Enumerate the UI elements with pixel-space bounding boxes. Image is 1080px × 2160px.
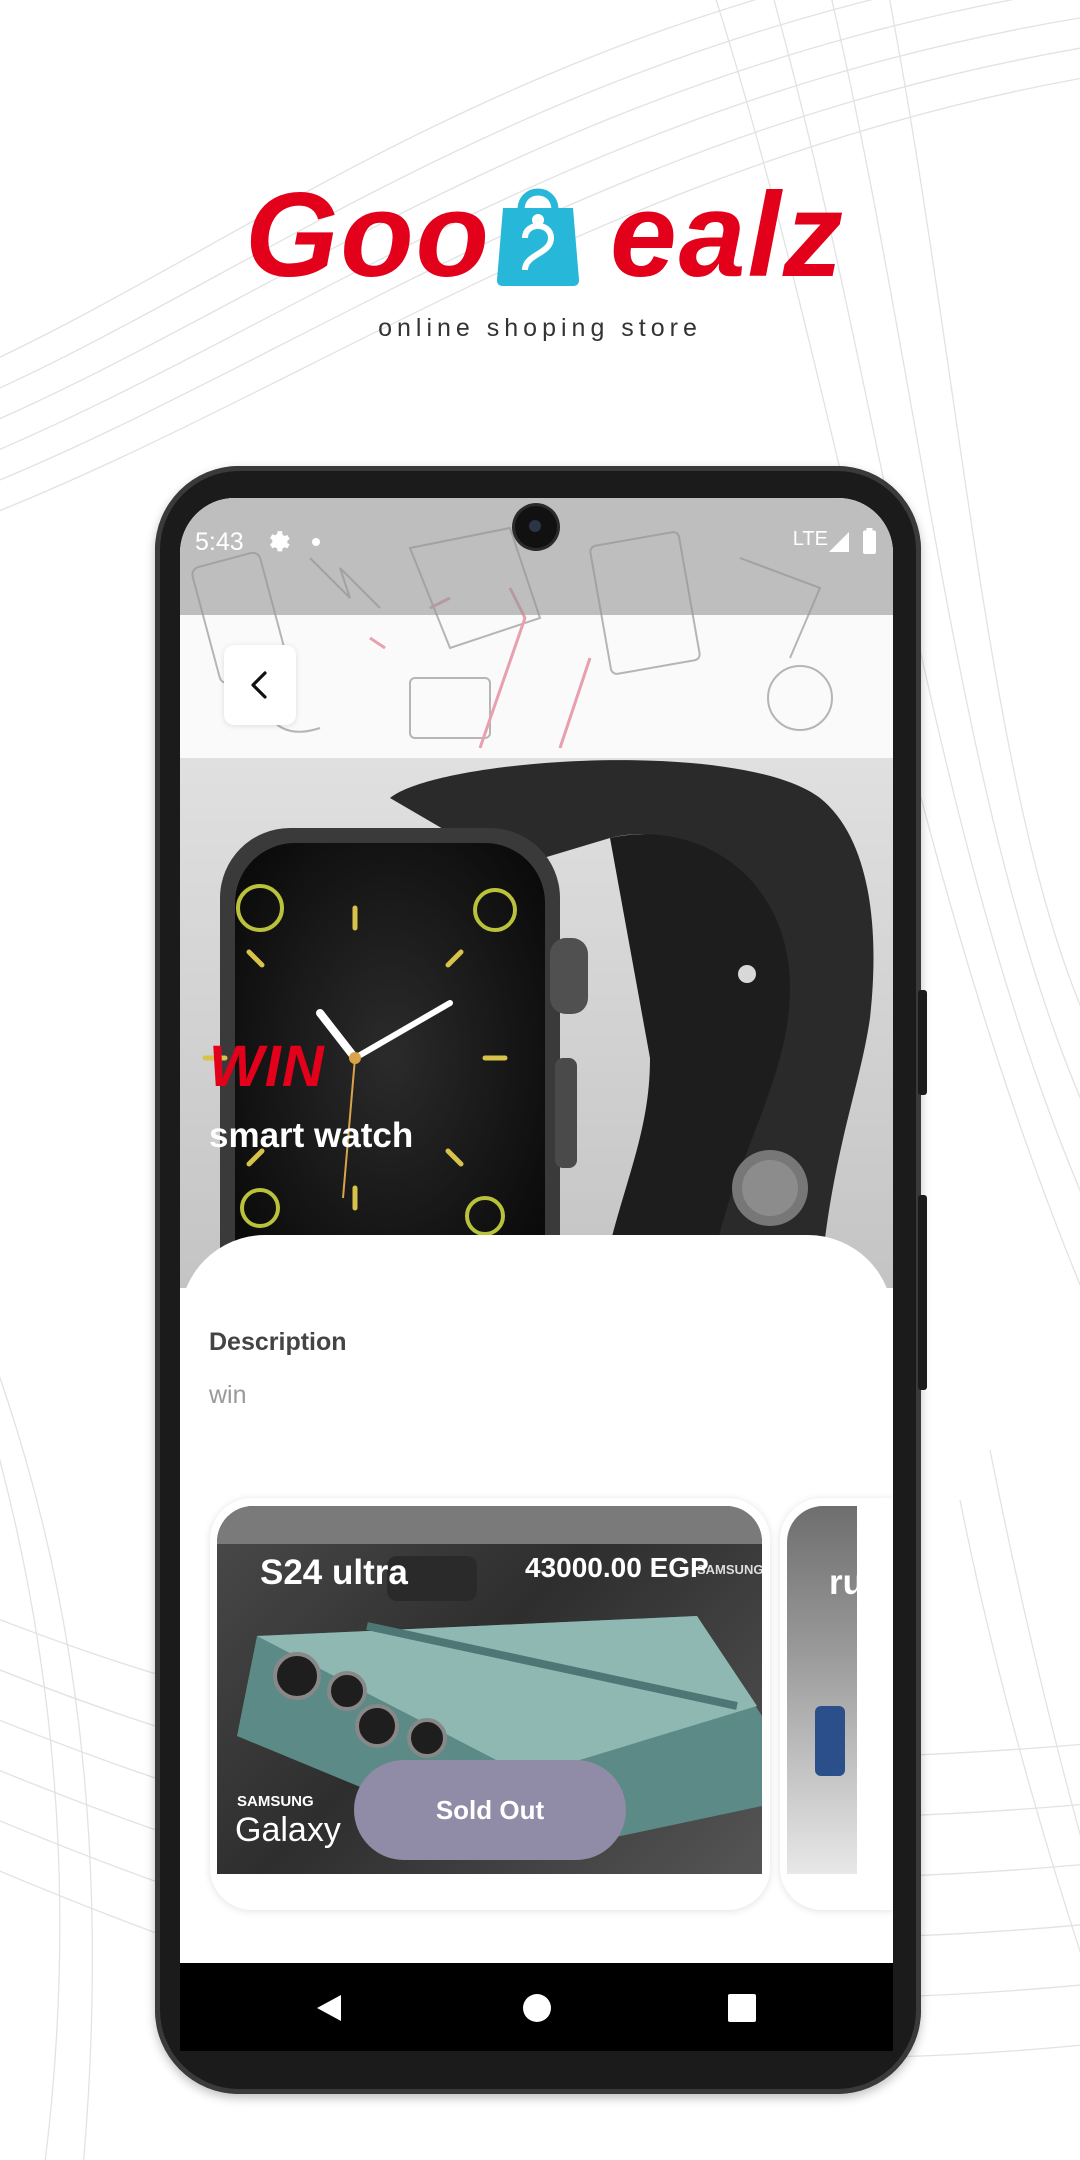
back-chevron-icon — [251, 671, 267, 699]
description-text: win — [209, 1381, 247, 1409]
image-brand-text: SAMSUNG — [237, 1793, 314, 1810]
phone-power-button — [918, 1195, 927, 1390]
back-button[interactable] — [224, 645, 296, 725]
product-card-price: 43000.00 EGP — [525, 1552, 709, 1583]
brand-name-right: ealz — [610, 168, 845, 302]
nav-home-icon[interactable] — [522, 1993, 552, 2023]
description-label: Description — [209, 1328, 347, 1356]
product-image-item — [815, 1706, 845, 1776]
nav-back-icon[interactable] — [315, 1993, 343, 2023]
brand-logo: Goo ealz — [245, 168, 843, 302]
front-camera — [515, 506, 557, 548]
phone-volume-button — [918, 990, 927, 1095]
brand-name-left: Goo — [245, 168, 491, 302]
signal-icon — [829, 532, 849, 552]
battery-icon — [863, 528, 876, 554]
product-title: smart watch — [209, 1116, 414, 1155]
smart-watch-image — [202, 760, 874, 1288]
card-list-edge — [863, 1498, 893, 1910]
shopping-bag-icon — [497, 188, 579, 286]
brand-tagline: online shoping store — [378, 314, 702, 342]
status-network: LTE — [792, 528, 828, 550]
image-model-text: Galaxy — [235, 1811, 341, 1849]
product-card-name: S24 ultra — [260, 1553, 408, 1592]
status-time: 5:43 — [195, 528, 244, 556]
app-screen: 5:43 LTE WIN smart watch Description win… — [180, 498, 893, 1965]
system-navigation-bar — [180, 1963, 893, 2051]
sold-out-button[interactable]: Sold Out — [354, 1760, 626, 1860]
settings-gear-icon — [269, 531, 290, 552]
nav-recents-icon[interactable] — [728, 1994, 756, 2022]
product-image — [180, 758, 893, 1288]
notification-dot-icon — [312, 538, 320, 546]
product-badge: WIN — [209, 1034, 325, 1099]
